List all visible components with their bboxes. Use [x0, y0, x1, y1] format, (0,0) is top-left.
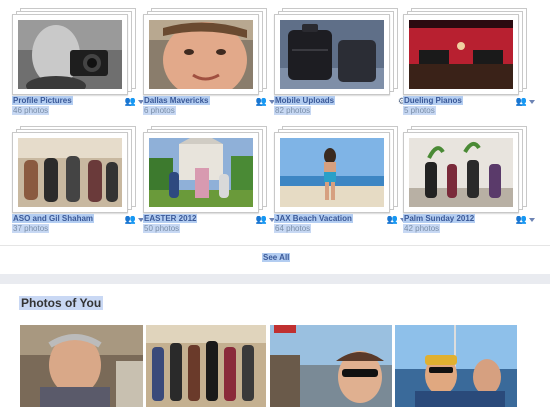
album-cover-photo[interactable] — [149, 138, 253, 207]
album-cover-photo[interactable] — [18, 20, 122, 89]
album-photo-count: 42 photos — [403, 224, 441, 233]
album-title[interactable]: Profile Pictures — [12, 96, 73, 105]
friends-icon: 👥 — [255, 214, 267, 224]
friends-icon: 👥 — [124, 96, 136, 106]
privacy-selector[interactable]: 👥 — [256, 214, 275, 225]
album-photo-count: 46 photos — [12, 106, 50, 115]
privacy-selector[interactable]: 👥 — [125, 96, 144, 107]
album-cover-stack[interactable] — [403, 8, 527, 95]
album-cover-photo[interactable] — [280, 20, 384, 89]
privacy-selector[interactable]: 👥 — [516, 96, 535, 107]
album-title[interactable]: EASTER 2012 — [143, 214, 198, 223]
photos-of-you-section: Photos of You — [0, 284, 550, 410]
album-title[interactable]: Palm Sunday 2012 — [403, 214, 476, 223]
album-cover-stack[interactable] — [12, 126, 136, 213]
photo-thumbnail[interactable] — [146, 325, 266, 407]
friends-icon: 👥 — [515, 214, 527, 224]
photo-thumbnail[interactable] — [270, 325, 392, 407]
album-cover-stack[interactable] — [274, 8, 398, 95]
see-all-bar: See All — [0, 245, 550, 275]
photo-thumbnail[interactable] — [395, 325, 517, 407]
album-cover-stack[interactable] — [403, 126, 527, 213]
album-photo-count: 50 photos — [143, 224, 181, 233]
album-photo-count: 6 photos — [143, 106, 176, 115]
photo-thumbnail[interactable] — [20, 325, 143, 407]
friends-icon: 👥 — [386, 214, 398, 224]
chevron-down-icon — [529, 217, 535, 222]
album-photo-count: 5 photos — [403, 106, 436, 115]
chevron-down-icon — [529, 99, 535, 104]
album-cover-photo[interactable] — [149, 20, 253, 89]
album-photo-count: 37 photos — [12, 224, 50, 233]
privacy-selector[interactable]: 👥 — [516, 214, 535, 225]
album-photo-count: 64 photos — [274, 224, 312, 233]
album-cover-photo[interactable] — [409, 20, 513, 89]
friends-icon: 👥 — [124, 214, 136, 224]
album-cover-stack[interactable] — [143, 8, 267, 95]
see-all-link[interactable]: See All — [262, 253, 291, 262]
album-cover-photo[interactable] — [280, 138, 384, 207]
album-title[interactable]: Dallas Mavericks — [143, 96, 210, 105]
album-cover-photo[interactable] — [18, 138, 122, 207]
album-title[interactable]: Mobile Uploads — [274, 96, 336, 105]
album-cover-stack[interactable] — [12, 8, 136, 95]
privacy-selector[interactable]: 👥 — [125, 214, 144, 225]
album-cover-stack[interactable] — [143, 126, 267, 213]
album-title[interactable]: ASO and Gil Shaham — [12, 214, 95, 223]
friends-icon: 👥 — [255, 96, 267, 106]
section-divider — [0, 274, 550, 284]
friends-icon: 👥 — [515, 96, 527, 106]
album-title[interactable]: Dueling Pianos — [403, 96, 463, 105]
album-cover-stack[interactable] — [274, 126, 398, 213]
album-photo-count: 82 photos — [274, 106, 312, 115]
album-title[interactable]: JAX Beach Vacation — [274, 214, 353, 223]
section-title: Photos of You — [19, 296, 104, 310]
album-cover-photo[interactable] — [409, 138, 513, 207]
privacy-selector[interactable]: 👥 — [256, 96, 275, 107]
